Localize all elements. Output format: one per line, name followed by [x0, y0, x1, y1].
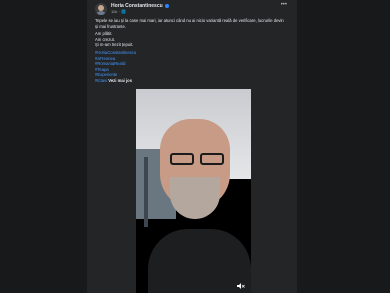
video-person-jacket — [148, 229, 251, 293]
post-paragraph: Tepele se iau și la case mai mari, iar a… — [95, 18, 284, 29]
avatar[interactable] — [95, 3, 107, 15]
video-player[interactable] — [136, 89, 251, 293]
video-pillar — [144, 157, 148, 227]
see-more-text[interactable]: Vezi mai jos — [108, 78, 132, 83]
post-card: Horia Constantinescu 11h · 🌐 ••• Tepele … — [87, 0, 297, 293]
hashtags: #HoriaConstantinescu #aTreonea #RomaniaR… — [95, 50, 287, 84]
hashtag-link[interactable]: #Ictavi — [95, 78, 107, 83]
glasses-lens-right — [200, 153, 224, 165]
post-line: Și m-am trezit țepuit. — [95, 42, 134, 48]
video-person-beard — [170, 177, 220, 219]
verified-icon — [164, 3, 169, 8]
avatar-shirt — [96, 11, 106, 15]
post-lines: Am plătit. Am crezut. Și m-am trezit țep… — [95, 31, 287, 48]
speaker-muted-icon[interactable] — [237, 283, 245, 289]
globe-icon: 🌐 — [120, 9, 126, 14]
post-meta: 11h · 🌐 — [111, 9, 126, 14]
last-line: #Ictavi Vezi mai jos — [95, 78, 287, 84]
glasses-lens-left — [170, 153, 194, 165]
post-time[interactable]: 11h · — [111, 9, 121, 14]
more-options-icon[interactable]: ••• — [281, 2, 287, 8]
post-body: Tepele se iau și la case mai mari, iar a… — [95, 18, 287, 86]
video-person-glasses — [166, 153, 226, 165]
